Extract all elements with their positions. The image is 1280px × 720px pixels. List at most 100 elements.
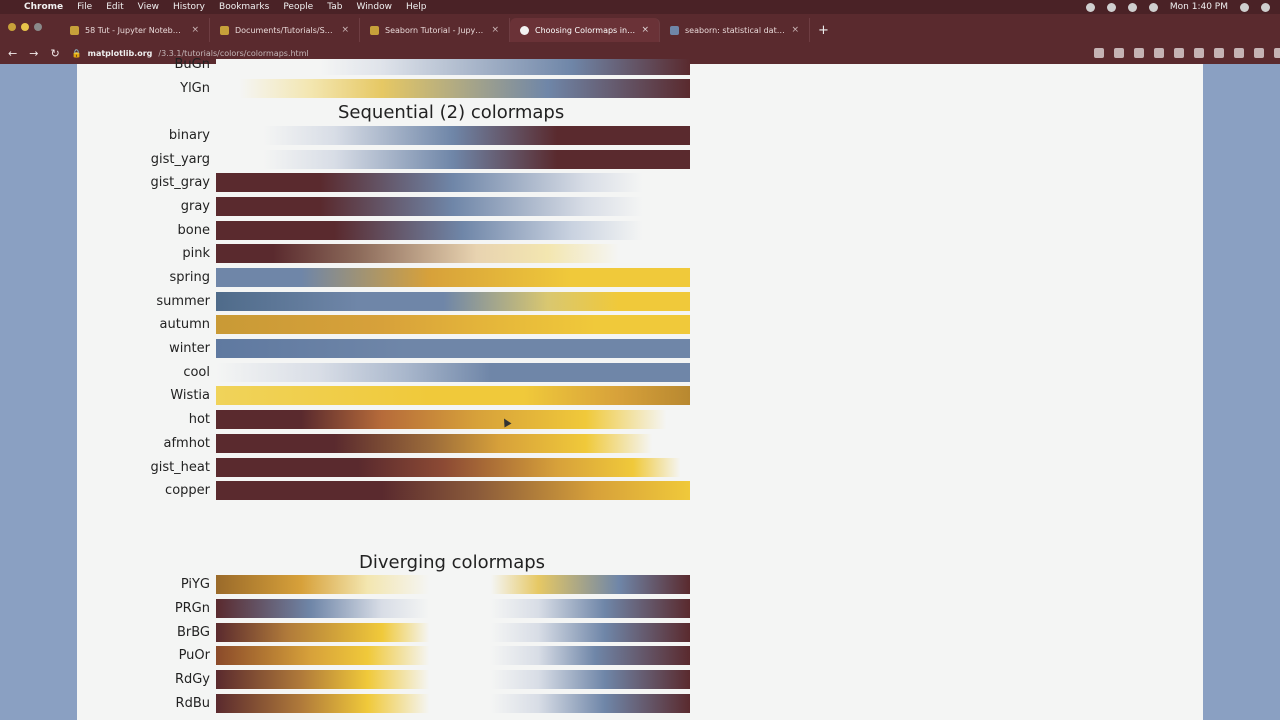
colormap-bar	[216, 292, 690, 311]
jupyter-favicon-icon	[220, 25, 229, 35]
colormap-label: bone	[177, 223, 210, 238]
colormap-label: summer	[156, 294, 210, 309]
menubar-item-file[interactable]: File	[77, 2, 92, 12]
colormap-bar	[216, 339, 690, 358]
battery-icon[interactable]	[1148, 2, 1158, 12]
colormap-bar	[216, 363, 690, 382]
colormap-bar	[216, 79, 690, 98]
browser-tab[interactable]: 58 Tut - Jupyter Notebook ×	[60, 18, 210, 42]
browser-tab[interactable]: Documents/Tutorials/Seabor… ×	[210, 18, 360, 42]
close-tab-icon[interactable]: ×	[191, 25, 199, 35]
tab-strip: 58 Tut - Jupyter Notebook × Documents/Tu…	[0, 14, 1280, 42]
colormap-bar	[216, 670, 690, 689]
close-tab-icon[interactable]: ×	[341, 25, 349, 35]
menubar-clock[interactable]: Mon 1:40 PM	[1170, 2, 1228, 12]
puzzle-icon[interactable]	[1273, 48, 1280, 58]
extension-icon[interactable]	[1233, 48, 1244, 58]
colormap-bar	[216, 410, 690, 429]
colormap-label: PuOr	[178, 648, 210, 663]
close-tab-icon[interactable]: ×	[491, 25, 499, 35]
menubar-item-tab[interactable]: Tab	[327, 2, 342, 12]
jupyter-favicon-icon	[370, 25, 379, 35]
spotlight-icon[interactable]	[1240, 2, 1249, 12]
colormap-label: RdGy	[174, 672, 210, 687]
extension-icon[interactable]	[1173, 48, 1184, 58]
search-icon[interactable]	[1093, 48, 1104, 58]
colormap-label: pink	[182, 246, 210, 261]
tab-title: Seaborn Tutorial - Jupyter N…	[385, 25, 486, 35]
matplotlib-favicon-icon	[520, 25, 529, 35]
colormap-label: gray	[180, 199, 210, 214]
notification-center-icon[interactable]	[1261, 2, 1270, 12]
page-content: BuGn YlGn Sequential (2) colormaps binar…	[77, 57, 1203, 720]
colormap-bar	[216, 386, 690, 405]
close-window-button[interactable]	[8, 23, 16, 31]
colormap-label: PiYG	[180, 577, 210, 592]
colormap-bar	[216, 268, 690, 287]
menubar-item-bookmarks[interactable]: Bookmarks	[219, 2, 269, 12]
colormap-bar	[216, 434, 690, 453]
extension-icon[interactable]	[1253, 48, 1264, 58]
colormap-label: gist_yarg	[150, 152, 210, 167]
minimize-window-button[interactable]	[21, 23, 29, 31]
extension-icon[interactable]	[1213, 48, 1224, 58]
colormap-label: spring	[169, 270, 210, 285]
colormap-label: cool	[183, 365, 210, 380]
colormap-bar	[216, 59, 690, 75]
menubar-item-help[interactable]: Help	[406, 2, 427, 12]
extension-icon[interactable]	[1153, 48, 1164, 58]
extension-icons	[1093, 48, 1280, 58]
bookmark-star-icon[interactable]	[1113, 48, 1124, 58]
browser-tab[interactable]: seaborn: statistical data visu… ×	[660, 18, 810, 42]
page-viewport[interactable]: BuGn YlGn Sequential (2) colormaps binar…	[0, 57, 1280, 720]
colormap-bar	[216, 575, 690, 594]
close-tab-icon[interactable]: ×	[641, 25, 649, 35]
colormap-bar	[216, 221, 690, 240]
colormap-bar	[216, 126, 690, 145]
tab-title: seaborn: statistical data visu…	[685, 25, 785, 35]
status-icon[interactable]	[1106, 2, 1116, 12]
menubar-item-people[interactable]: People	[283, 2, 313, 12]
browser-tab[interactable]: Seaborn Tutorial - Jupyter N… ×	[360, 18, 510, 42]
menubar-item-window[interactable]: Window	[356, 2, 392, 12]
back-icon[interactable]: ←	[8, 47, 17, 60]
colormap-bar	[216, 694, 690, 713]
colormap-label: RdBu	[175, 696, 210, 711]
colormap-label: hot	[188, 412, 210, 427]
menubar-item-view[interactable]: View	[138, 2, 159, 12]
colormap-bar	[216, 244, 690, 263]
zoom-window-button[interactable]	[34, 23, 42, 31]
colormap-label: afmhot	[163, 436, 211, 451]
extension-icon[interactable]	[1133, 48, 1144, 58]
colormap-bar	[216, 458, 690, 477]
browser-tab-active[interactable]: Choosing Colormaps in Matplo… ×	[510, 18, 660, 42]
extension-icon[interactable]	[1193, 48, 1204, 58]
window-controls	[8, 23, 42, 31]
close-tab-icon[interactable]: ×	[791, 25, 799, 35]
colormap-label: autumn	[159, 317, 210, 332]
lock-icon: 🔒	[71, 48, 82, 58]
colormap-label: gist_gray	[150, 175, 211, 190]
reload-icon[interactable]: ↻	[50, 47, 59, 60]
menubar-item-history[interactable]: History	[173, 2, 205, 12]
colormap-bar	[216, 173, 690, 192]
colormap-label: winter	[169, 341, 210, 356]
colormap-bar	[216, 150, 690, 169]
tab-title: Documents/Tutorials/Seabor…	[235, 25, 335, 35]
colormap-bar	[216, 315, 690, 334]
colormap-label: BrBG	[176, 625, 210, 640]
jupyter-favicon-icon	[70, 25, 79, 35]
colormap-label: copper	[165, 483, 210, 498]
colormap-label: YlGn	[180, 81, 210, 96]
wifi-icon[interactable]	[1127, 2, 1137, 12]
forward-icon[interactable]: →	[29, 47, 38, 60]
new-tab-button[interactable]: +	[810, 18, 837, 42]
menubar-app-name[interactable]: Chrome	[24, 2, 63, 12]
colormap-bar	[216, 623, 690, 642]
menubar-item-edit[interactable]: Edit	[106, 2, 123, 12]
colormap-label: PRGn	[174, 601, 210, 616]
section-title-diverging: Diverging colormaps	[359, 552, 546, 573]
colormap-bar	[216, 481, 690, 500]
status-icon[interactable]	[1085, 2, 1095, 12]
colormap-bar	[216, 197, 690, 216]
